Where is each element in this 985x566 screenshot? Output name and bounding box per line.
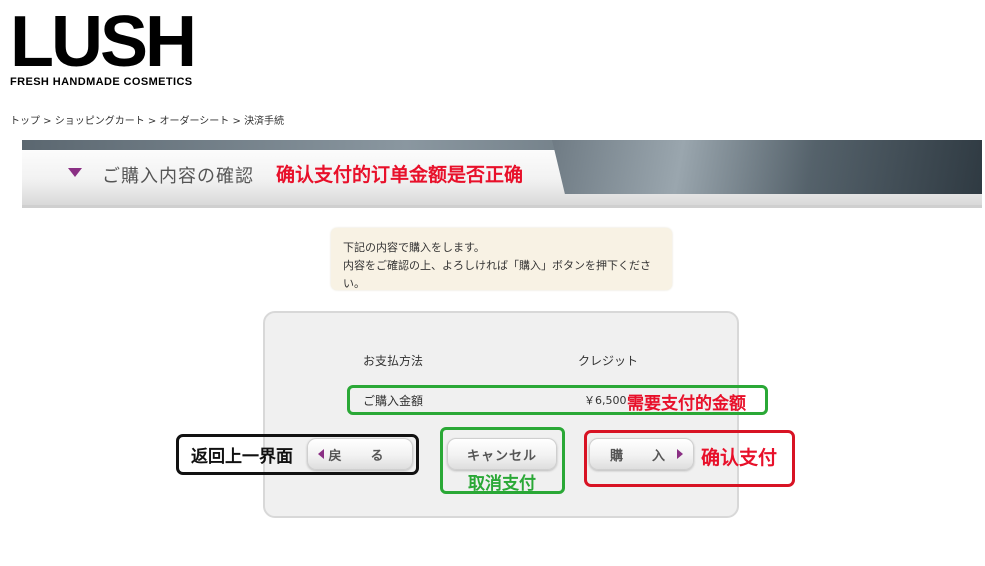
message-line-1: 下記の内容で購入をします。 (343, 241, 485, 254)
banner-decoration (552, 140, 982, 194)
annotation-back: 返回上一界面 (191, 447, 293, 467)
breadcrumb-item-cart[interactable]: ショッピングカート (55, 116, 145, 127)
breadcrumb-item-checkout: 決済手続 (244, 116, 285, 127)
annotation-amount: 需要支付的金额 (627, 394, 746, 414)
breadcrumb-item-order-sheet[interactable]: オーダーシート (160, 116, 230, 127)
breadcrumb-separator: > (144, 116, 160, 127)
payment-method-label: お支払方法 (363, 354, 424, 368)
breadcrumb: トップ > ショッピングカート > オーダーシート > 決済手続 (10, 112, 284, 127)
annotation-cancel: 取消支付 (468, 474, 536, 494)
annotation-buy: 确认支付 (701, 447, 778, 469)
section-banner: ご購入内容の確認 确认支付的订单金额是否正确 (22, 140, 982, 208)
confirmation-message: 下記の内容で購入をします。 内容をご確認の上、よろしければ「購入」ボタンを押下く… (331, 228, 672, 290)
logo-wordmark: LUSH (10, 2, 197, 82)
breadcrumb-separator: > (40, 116, 55, 127)
payment-method-value: クレジット (578, 354, 639, 368)
page-title: ご購入内容の確認 (102, 166, 254, 187)
breadcrumb-separator: > (229, 116, 245, 127)
annotation-check-amount: 确认支付的订单金额是否正确 (276, 164, 524, 186)
lush-logo[interactable]: LUSH FRESH HANDMADE COSMETICS (10, 2, 225, 88)
triangle-down-icon (68, 168, 82, 177)
breadcrumb-item-top[interactable]: トップ (10, 116, 40, 127)
message-line-2: 内容をご確認の上、よろしければ「購入」ボタンを押下ください。 (343, 259, 651, 290)
